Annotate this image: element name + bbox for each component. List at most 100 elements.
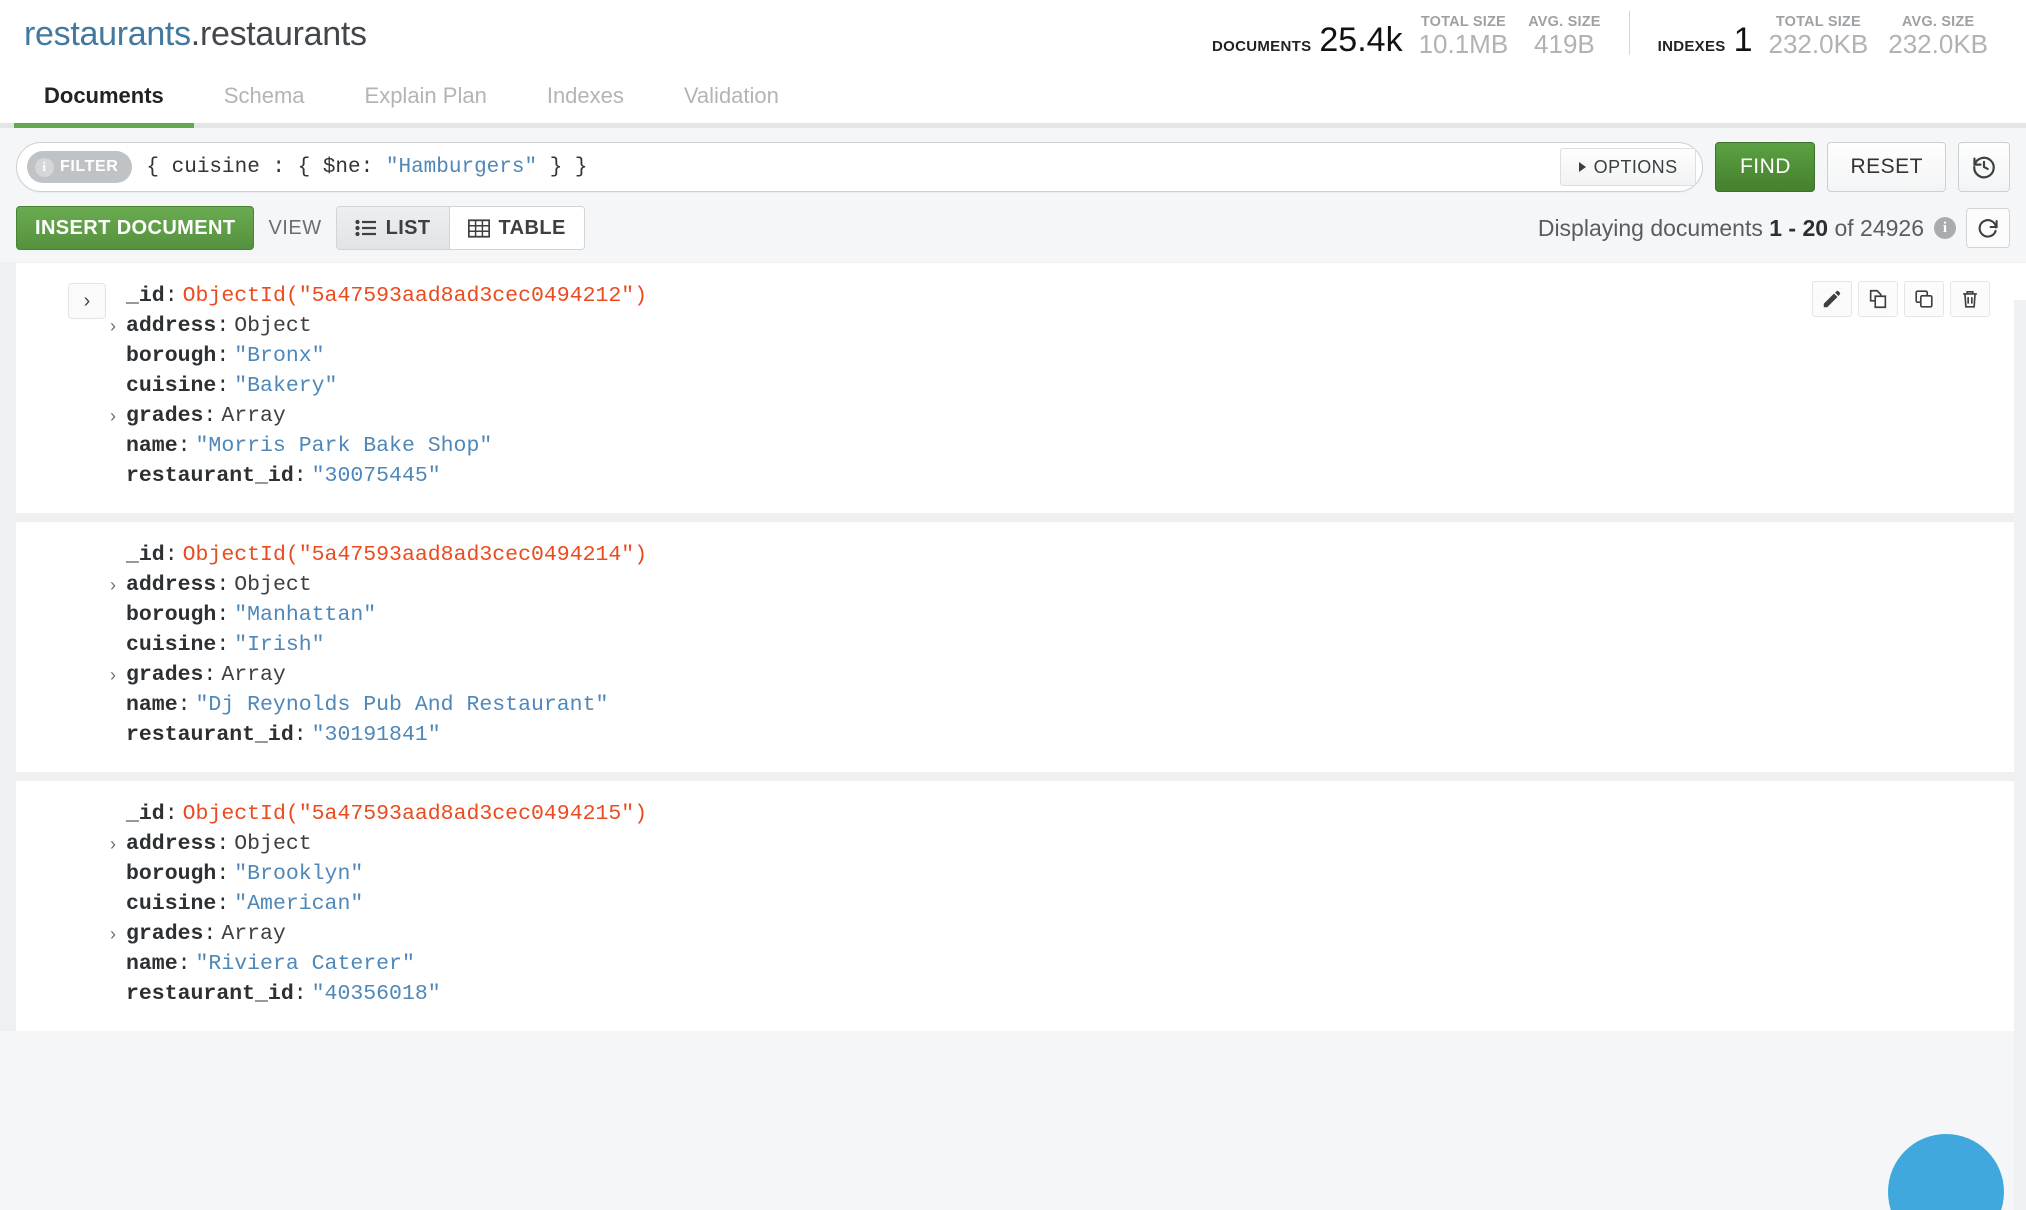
indexes-stat-group: INDEXES 1 TOTAL SIZE 232.0KB AVG. SIZE 2… xyxy=(1648,14,1998,57)
table-icon xyxy=(467,218,490,238)
field-value[interactable]: "Bronx" xyxy=(234,344,324,368)
field-key: _id xyxy=(126,543,165,567)
field-value[interactable]: ObjectId("5a47593aad8ad3cec0494215") xyxy=(183,802,647,826)
filter-input[interactable]: i FILTER { cuisine : { $ne: "Hamburgers"… xyxy=(16,142,1704,192)
document-field: › address: Object xyxy=(110,829,2026,859)
options-label: OPTIONS xyxy=(1593,156,1678,177)
view-list-button[interactable]: LIST xyxy=(336,207,450,249)
field-key: cuisine xyxy=(126,374,217,398)
status-total: 24926 xyxy=(1860,214,1924,241)
refresh-documents-button[interactable] xyxy=(1966,208,2010,248)
list-icon xyxy=(354,219,376,237)
tab-documents[interactable]: Documents xyxy=(14,68,194,128)
namespace-separator: . xyxy=(190,14,200,53)
field-value[interactable]: "30075445" xyxy=(312,464,441,488)
field-colon: : xyxy=(203,922,217,946)
field-colon: : xyxy=(216,892,230,916)
field-value[interactable]: Object xyxy=(234,832,311,856)
field-key: address xyxy=(126,573,217,597)
field-value[interactable]: Object xyxy=(234,573,311,597)
collection-stats: DOCUMENTS 25.4k TOTAL SIZE 10.1MB AVG. S… xyxy=(1202,11,2002,57)
field-value[interactable]: ObjectId("5a47593aad8ad3cec0494214") xyxy=(183,543,647,567)
field-colon: : xyxy=(164,802,178,826)
tab-validation[interactable]: Validation xyxy=(654,68,809,123)
chevron-right-icon[interactable]: › xyxy=(110,924,116,945)
field-value[interactable]: "American" xyxy=(234,892,363,916)
document-field: restaurant_id: "30075445" xyxy=(126,461,2026,491)
indexes-value: 1 xyxy=(1733,21,1753,59)
document-field: cuisine: "Irish" xyxy=(126,630,2026,660)
document-field: › grades: Array xyxy=(110,919,2026,949)
document-fields: _id: ObjectId("5a47593aad8ad3cec0494214")… xyxy=(16,540,2026,750)
info-icon[interactable]: i xyxy=(1934,217,1956,239)
find-button[interactable]: FIND xyxy=(1715,142,1816,192)
filter-badge[interactable]: i FILTER xyxy=(27,151,133,183)
document-field: borough: "Bronx" xyxy=(126,341,2026,371)
query-history-button[interactable] xyxy=(1958,142,2010,192)
field-colon: : xyxy=(216,344,230,368)
field-value[interactable]: "40356018" xyxy=(312,982,441,1006)
document-field: › grades: Array xyxy=(110,401,2026,431)
tab-label: Explain Plan xyxy=(364,82,487,108)
field-colon: : xyxy=(216,314,230,338)
tab-indexes[interactable]: Indexes xyxy=(517,68,654,123)
field-value[interactable]: "Bakery" xyxy=(234,374,337,398)
options-button[interactable]: OPTIONS xyxy=(1559,148,1697,186)
document-card[interactable]: _id: ObjectId("5a47593aad8ad3cec0494214")… xyxy=(16,521,2026,772)
document-list: › _id: ObjectId("5a47593aad8ad3cec0494212"… xyxy=(0,262,2026,1031)
reset-button[interactable]: RESET xyxy=(1827,142,1946,192)
field-value[interactable]: "Brooklyn" xyxy=(234,862,363,886)
documents-total-size-label: TOTAL SIZE xyxy=(1420,14,1506,30)
history-icon xyxy=(1973,156,1995,179)
field-key: cuisine xyxy=(126,633,217,657)
filter-query-string: "Hamburgers" xyxy=(385,155,538,179)
field-value[interactable]: "Irish" xyxy=(234,633,324,657)
field-value[interactable]: "Morris Park Bake Shop" xyxy=(196,434,493,458)
chevron-right-icon[interactable]: › xyxy=(110,316,116,337)
chevron-right-icon[interactable]: › xyxy=(110,834,116,855)
document-field: name: "Morris Park Bake Shop" xyxy=(126,431,2026,461)
document-field: _id: ObjectId("5a47593aad8ad3cec0494212") xyxy=(126,281,2026,311)
tab-explain-plan[interactable]: Explain Plan xyxy=(335,68,517,123)
indexes-label: INDEXES xyxy=(1657,38,1726,55)
field-value[interactable]: "30191841" xyxy=(312,723,441,747)
documents-avg-size-value: 419B xyxy=(1534,29,1595,59)
field-colon: : xyxy=(203,663,217,687)
collection-header: restaurants.restaurants DOCUMENTS 25.4k … xyxy=(0,0,2026,68)
field-value[interactable]: ObjectId("5a47593aad8ad3cec0494212") xyxy=(183,284,647,308)
documents-avg-size-label: AVG. SIZE xyxy=(1528,14,1601,30)
insert-document-button[interactable]: INSERT DOCUMENT xyxy=(16,206,255,250)
document-field: name: "Riviera Caterer" xyxy=(126,949,2026,979)
query-bar: i FILTER { cuisine : { $ne: "Hamburgers"… xyxy=(0,128,2026,202)
field-colon: : xyxy=(293,464,307,488)
documents-avg-size-stat: AVG. SIZE 419B xyxy=(1518,14,1610,57)
field-value[interactable]: Array xyxy=(221,663,286,687)
document-card[interactable]: _id: ObjectId("5a47593aad8ad3cec0494215")… xyxy=(16,780,2026,1031)
chat-bubble-icon[interactable] xyxy=(1888,1134,2004,1210)
field-value[interactable]: Array xyxy=(221,922,286,946)
field-value[interactable]: "Manhattan" xyxy=(234,603,376,627)
field-colon: : xyxy=(177,693,191,717)
view-table-button[interactable]: TABLE xyxy=(449,207,584,249)
expand-document-button[interactable]: › xyxy=(68,283,106,319)
stats-divider xyxy=(1628,11,1630,55)
chevron-right-icon[interactable]: › xyxy=(110,665,116,686)
chevron-right-icon[interactable]: › xyxy=(110,406,116,427)
tab-label: Validation xyxy=(683,82,779,108)
indexes-total-size-label: TOTAL SIZE xyxy=(1775,14,1861,30)
view-switcher: LIST TABLE xyxy=(335,206,585,250)
tab-schema[interactable]: Schema xyxy=(194,68,335,123)
chevron-right-icon[interactable]: › xyxy=(110,575,116,596)
view-list-label: LIST xyxy=(385,216,431,239)
field-value[interactable]: Object xyxy=(234,314,311,338)
field-value[interactable]: "Dj Reynolds Pub And Restaurant" xyxy=(196,693,609,717)
field-colon: : xyxy=(216,603,230,627)
refresh-icon xyxy=(1978,219,1998,238)
field-colon: : xyxy=(293,982,307,1006)
field-value[interactable]: Array xyxy=(221,404,286,428)
document-field: borough: "Brooklyn" xyxy=(126,859,2026,889)
field-value[interactable]: "Riviera Caterer" xyxy=(196,952,415,976)
document-card[interactable]: › _id: ObjectId("5a47593aad8ad3cec0494212"… xyxy=(16,262,2026,513)
scrollbar-track[interactable] xyxy=(2014,300,2026,1210)
collection-tabs: Documents Schema Explain Plan Indexes Valida… xyxy=(0,68,2026,128)
